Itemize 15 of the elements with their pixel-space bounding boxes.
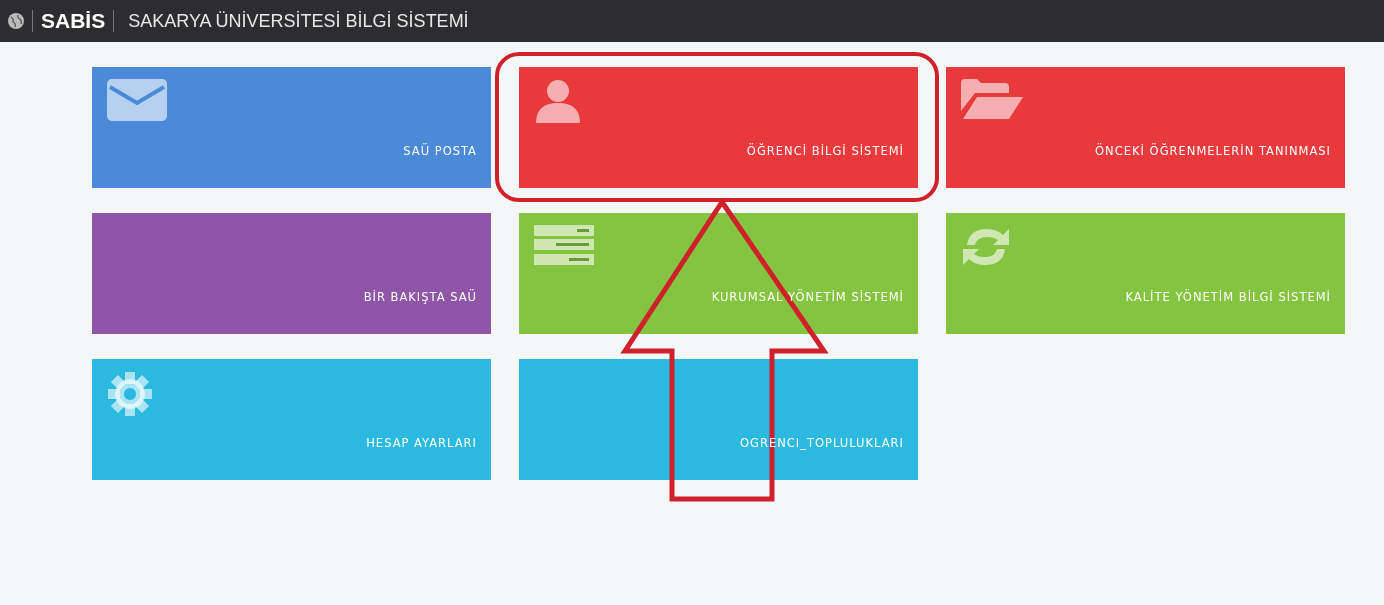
app-tile[interactable]: SAÜ POSTA: [92, 67, 491, 188]
app-tile[interactable]: KALİTE YÖNETİM BİLGİ SİSTEMİ: [946, 213, 1345, 334]
app-tile[interactable]: ÖĞRENCİ BİLGİ SİSTEMİ: [519, 67, 918, 188]
brand-logo[interactable]: SABİS: [41, 9, 106, 33]
folder-icon: [961, 79, 1023, 119]
app-tile[interactable]: HESAP AYARLARI: [92, 359, 491, 480]
server-icon: [534, 225, 594, 265]
app-tile[interactable]: KURUMSAL YÖNETİM SİSTEMİ: [519, 213, 918, 334]
site-title: SAKARYA ÜNİVERSİTESİ BİLGİ SİSTEMİ: [128, 10, 469, 32]
user-icon: [534, 79, 582, 123]
app-tile[interactable]: BİR BAKIŞTA SAÜ: [92, 213, 491, 334]
gear-icon: [107, 371, 153, 417]
app-tile[interactable]: ÖNCEKİ ÖĞRENMELERİN TANINMASI: [946, 67, 1345, 188]
globe-icon: [8, 13, 24, 29]
envelope-icon: [107, 79, 167, 121]
